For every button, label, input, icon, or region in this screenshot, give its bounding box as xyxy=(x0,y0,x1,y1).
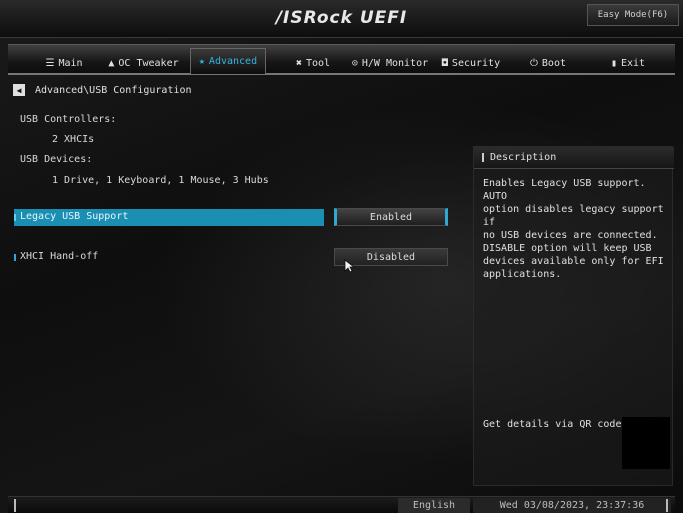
qr-code-label: Get details via QR code xyxy=(483,419,622,430)
tools-icon: ✖ xyxy=(295,57,302,69)
description-header: Description xyxy=(474,147,674,169)
tab-hw-monitor[interactable]: ⊙ H/W Monitor xyxy=(348,53,432,73)
main-tab-bar: ☰ Main ▲ OC Tweaker ★ Advanced ✖ Tool ⊙ … xyxy=(8,44,675,75)
mouse-pointer-icon xyxy=(344,259,356,273)
bottom-left-marker xyxy=(14,499,16,512)
top-bar: /ISRock UEFI Easy Mode(F6) xyxy=(0,0,683,38)
usb-devices-label: USB Devices: xyxy=(20,154,93,165)
tab-label: OC Tweaker xyxy=(118,57,179,69)
qr-code-image xyxy=(622,417,670,469)
tab-label: Main xyxy=(58,57,83,69)
bottom-bar: English Wed 03/08/2023, 23:37:36 xyxy=(8,496,675,513)
monitor-icon: ⊙ xyxy=(351,57,358,69)
list-icon: ☰ xyxy=(45,57,55,69)
usb-controllers-value: 2 XHCIs xyxy=(52,134,95,145)
description-title: Description xyxy=(490,152,557,163)
tab-label: Advanced xyxy=(208,56,258,67)
tab-label: Security xyxy=(451,57,501,69)
back-arrow-icon[interactable]: ◀ xyxy=(13,84,25,96)
language-selector[interactable]: English xyxy=(398,498,470,513)
tab-label: H/W Monitor xyxy=(361,57,429,69)
exit-icon: ▮ xyxy=(610,57,617,69)
tab-oc-tweaker[interactable]: ▲ OC Tweaker xyxy=(101,53,186,73)
legacy-usb-support-value[interactable]: Enabled xyxy=(334,208,448,226)
shield-icon: ◘ xyxy=(441,57,448,69)
date-time-display: Wed 03/08/2023, 23:37:36 xyxy=(473,498,671,513)
breadcrumb-path: Advanced\USB Configuration xyxy=(35,84,192,96)
description-text: Enables Legacy USB support. AUTO option … xyxy=(483,178,664,280)
star-icon: ★ xyxy=(198,56,205,67)
tab-tool[interactable]: ✖ Tool xyxy=(283,53,343,73)
xhci-hand-off-label[interactable]: XHCI Hand-off xyxy=(20,251,98,262)
usb-devices-value: 1 Drive, 1 Keyboard, 1 Mouse, 3 Hubs xyxy=(52,175,269,186)
easy-mode-button[interactable]: Easy Mode(F6) xyxy=(587,4,679,26)
tab-main[interactable]: ☰ Main xyxy=(34,53,94,73)
tab-boot[interactable]: ⏻ Boot xyxy=(523,53,573,73)
legacy-usb-support-label: Legacy USB Support xyxy=(20,211,129,222)
rocket-icon: ▲ xyxy=(108,57,115,69)
description-panel: Description Enables Legacy USB support. … xyxy=(473,146,674,486)
row-marker xyxy=(14,254,16,261)
usb-controllers-label: USB Controllers: xyxy=(20,114,117,125)
power-icon: ⏻ xyxy=(529,57,538,69)
tab-label: Exit xyxy=(620,57,646,69)
tab-exit[interactable]: ▮ Exit xyxy=(598,53,658,73)
asrock-uefi-logo: /ISRock UEFI xyxy=(275,8,408,28)
bottom-right-marker xyxy=(666,499,668,512)
tab-security[interactable]: ◘ Security xyxy=(438,53,504,73)
tab-label: Tool xyxy=(305,57,331,69)
row-marker xyxy=(14,214,16,221)
tab-advanced[interactable]: ★ Advanced xyxy=(190,48,266,74)
tab-label: Boot xyxy=(541,57,566,69)
header-bar-icon xyxy=(482,153,484,162)
breadcrumb: ◀ Advanced\USB Configuration xyxy=(13,84,192,96)
